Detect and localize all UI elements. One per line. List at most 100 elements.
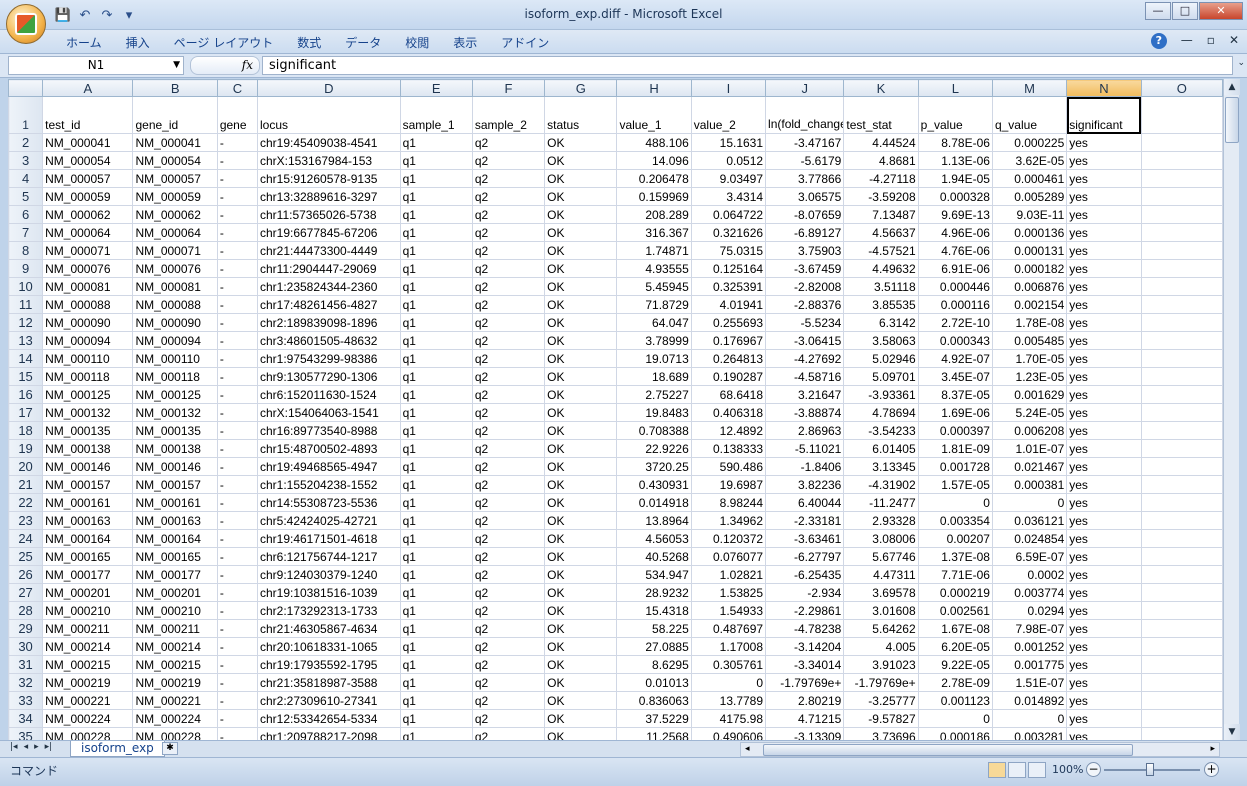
status-cell[interactable]: OK xyxy=(544,313,618,332)
ln-fold-change-cell[interactable]: -6.89127 xyxy=(765,223,845,242)
empty-cell[interactable] xyxy=(1140,439,1223,458)
ln-fold-change-cell[interactable]: -4.27692 xyxy=(765,349,845,368)
sample-2-cell[interactable]: q2 xyxy=(471,259,546,278)
empty-cell[interactable] xyxy=(1140,583,1223,602)
sample-2-cell[interactable]: q2 xyxy=(471,331,546,350)
gene-cell[interactable]: - xyxy=(216,151,258,170)
tab-formulas[interactable]: 数式 xyxy=(285,34,333,52)
column-header-n[interactable]: N xyxy=(1066,79,1142,97)
locus-cell[interactable]: chr15:48700502-4893 xyxy=(256,439,401,458)
p-value-cell[interactable]: 0 xyxy=(917,709,993,728)
test-id-cell[interactable]: NM_000221 xyxy=(42,691,134,710)
gene-id-cell[interactable]: NM_000064 xyxy=(132,223,218,242)
value-1-cell[interactable]: 2.75227 xyxy=(616,385,692,404)
ln-fold-change-cell[interactable]: -5.5234 xyxy=(765,313,845,332)
gene-cell[interactable]: - xyxy=(216,637,258,656)
gene-cell[interactable]: - xyxy=(216,709,258,728)
sample-2-cell[interactable]: q2 xyxy=(471,151,546,170)
sample-2-cell[interactable]: q2 xyxy=(471,457,546,476)
normal-view-button[interactable] xyxy=(988,762,1006,778)
empty-cell[interactable] xyxy=(1140,169,1223,188)
tab-page-layout[interactable]: ページ レイアウト xyxy=(162,34,286,52)
row-header[interactable]: 9 xyxy=(8,259,44,278)
significant-cell[interactable]: yes xyxy=(1066,583,1142,602)
row-header[interactable]: 24 xyxy=(8,529,44,548)
p-value-cell[interactable]: 4.96E-06 xyxy=(917,223,993,242)
p-value-cell[interactable]: 0.000446 xyxy=(917,277,993,296)
sample-2-cell[interactable]: q2 xyxy=(471,709,546,728)
value-2-cell[interactable]: 1.54933 xyxy=(690,601,767,620)
status-cell[interactable]: OK xyxy=(544,673,618,692)
value-1-cell[interactable]: 27.0885 xyxy=(616,637,692,656)
test-id-cell[interactable]: NM_000125 xyxy=(42,385,134,404)
gene-id-cell[interactable]: NM_000041 xyxy=(132,133,218,152)
significant-cell[interactable]: yes xyxy=(1066,511,1142,530)
formula-input[interactable]: significant xyxy=(262,56,1233,75)
significant-cell[interactable]: yes xyxy=(1066,565,1142,584)
sample-2-cell[interactable]: q2 xyxy=(471,619,546,638)
status-cell[interactable]: OK xyxy=(544,421,618,440)
ln-fold-change-cell[interactable]: 3.75903 xyxy=(765,241,845,260)
sample-2-cell[interactable]: q2 xyxy=(471,205,546,224)
test-stat-cell[interactable]: -4.57521 xyxy=(843,241,919,260)
p-value-cell[interactable]: 6.20E-05 xyxy=(917,637,993,656)
page-layout-view-button[interactable] xyxy=(1008,762,1026,778)
value-1-cell[interactable]: 3720.25 xyxy=(616,457,692,476)
zoom-out-button[interactable]: − xyxy=(1086,762,1101,777)
status-cell[interactable]: OK xyxy=(544,727,618,740)
sample-1-cell[interactable]: q1 xyxy=(399,583,473,602)
sample-1-cell[interactable]: q1 xyxy=(399,331,473,350)
q-value-cell[interactable]: 0.024854 xyxy=(991,529,1068,548)
test-stat-cell[interactable]: 5.09701 xyxy=(843,367,919,386)
significant-cell[interactable]: yes xyxy=(1066,439,1142,458)
minimize-button[interactable]: — xyxy=(1145,2,1171,20)
value-2-cell[interactable]: 0.305761 xyxy=(690,655,767,674)
gene-cell[interactable]: - xyxy=(216,511,258,530)
last-sheet-icon[interactable]: ▸| xyxy=(45,742,53,752)
value-2-cell[interactable]: 0.264813 xyxy=(690,349,767,368)
value-1-cell[interactable]: 4.93555 xyxy=(616,259,692,278)
sample-1-cell[interactable]: q1 xyxy=(399,601,473,620)
significant-cell[interactable]: yes xyxy=(1066,313,1142,332)
gene-cell[interactable]: - xyxy=(216,223,258,242)
sample-1-cell[interactable]: q1 xyxy=(399,421,473,440)
p-value-cell[interactable]: 0.000328 xyxy=(917,187,993,206)
header-cell[interactable]: test_id xyxy=(42,96,134,134)
gene-id-cell[interactable]: NM_000054 xyxy=(132,151,218,170)
value-1-cell[interactable]: 0.014918 xyxy=(616,493,692,512)
row-header[interactable]: 32 xyxy=(8,673,44,692)
empty-cell[interactable] xyxy=(1140,529,1223,548)
test-id-cell[interactable]: NM_000135 xyxy=(42,421,134,440)
gene-id-cell[interactable]: NM_000215 xyxy=(132,655,218,674)
gene-cell[interactable]: - xyxy=(216,313,258,332)
test-stat-cell[interactable]: 6.3142 xyxy=(843,313,919,332)
status-cell[interactable]: OK xyxy=(544,349,618,368)
significant-cell[interactable]: yes xyxy=(1066,367,1142,386)
test-id-cell[interactable]: NM_000219 xyxy=(42,673,134,692)
p-value-cell[interactable]: 6.91E-06 xyxy=(917,259,993,278)
value-2-cell[interactable]: 1.17008 xyxy=(690,637,767,656)
sample-1-cell[interactable]: q1 xyxy=(399,277,473,296)
locus-cell[interactable]: chr21:44473300-4449 xyxy=(256,241,401,260)
gene-cell[interactable]: - xyxy=(216,403,258,422)
p-value-cell[interactable]: 0.000116 xyxy=(917,295,993,314)
ln-fold-change-cell[interactable]: -3.34014 xyxy=(765,655,845,674)
row-header[interactable]: 6 xyxy=(8,205,44,224)
empty-cell[interactable] xyxy=(1140,565,1223,584)
ln-fold-change-cell[interactable]: 2.80219 xyxy=(765,691,845,710)
locus-cell[interactable]: chrX:154064063-1541 xyxy=(256,403,401,422)
test-id-cell[interactable]: NM_000201 xyxy=(42,583,134,602)
sample-2-cell[interactable]: q2 xyxy=(471,133,546,152)
p-value-cell[interactable]: 0.000219 xyxy=(917,583,993,602)
locus-cell[interactable]: chr19:46171501-4618 xyxy=(256,529,401,548)
empty-cell[interactable] xyxy=(1140,367,1223,386)
chevron-down-icon[interactable]: ▼ xyxy=(173,57,180,74)
value-2-cell[interactable]: 0.190287 xyxy=(690,367,767,386)
test-id-cell[interactable]: NM_000165 xyxy=(42,547,134,566)
gene-cell[interactable]: - xyxy=(216,241,258,260)
gene-cell[interactable]: - xyxy=(216,601,258,620)
ln-fold-change-cell[interactable]: 3.82236 xyxy=(765,475,845,494)
value-2-cell[interactable]: 1.53825 xyxy=(690,583,767,602)
status-cell[interactable]: OK xyxy=(544,259,618,278)
status-cell[interactable]: OK xyxy=(544,133,618,152)
